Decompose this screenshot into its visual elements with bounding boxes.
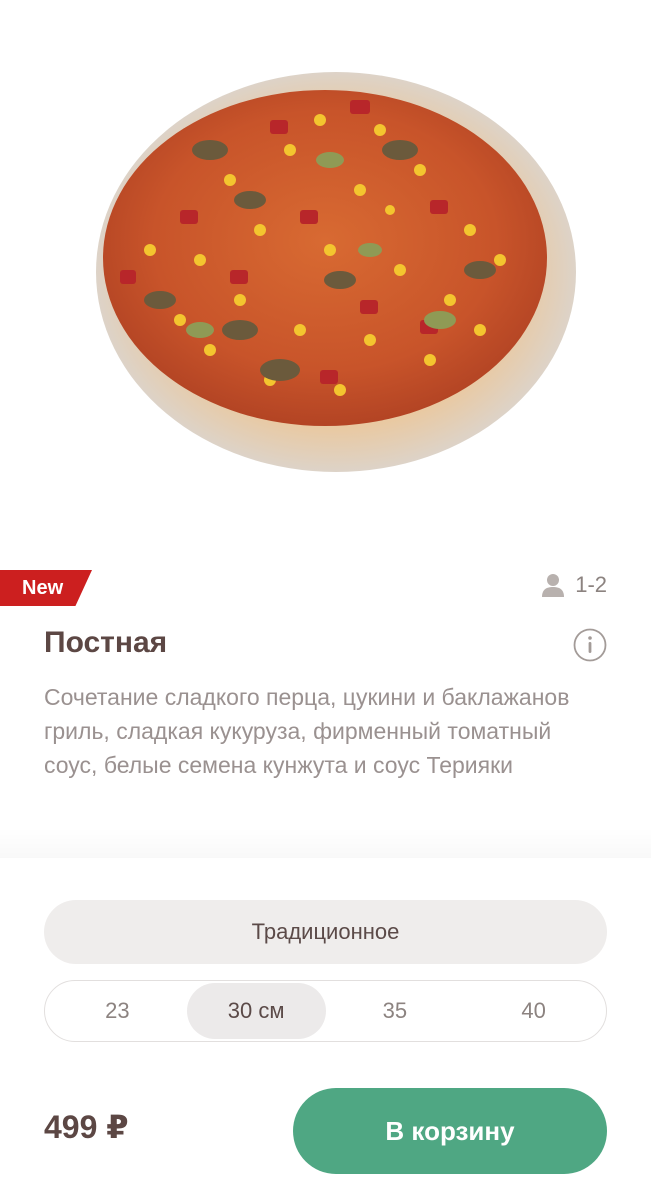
size-option-40[interactable]: 40 (464, 983, 603, 1039)
add-to-cart-button[interactable]: В корзину (293, 1088, 607, 1174)
new-badge: New (0, 570, 92, 606)
servings-indicator: 1-2 (541, 572, 607, 598)
pizza-image (0, 0, 651, 540)
product-description: Сочетание сладкого перца, цукини и бакла… (44, 684, 570, 778)
crust-type-button[interactable]: Традиционное (44, 900, 607, 964)
product-title: Постная (44, 626, 168, 659)
servings-value: 1-2 (575, 572, 607, 597)
size-option-35[interactable]: 35 (326, 983, 465, 1039)
product-price: 499 ₽ (44, 1109, 129, 1145)
size-option-30-selected[interactable]: 30 см (186, 983, 326, 1039)
person-icon (542, 574, 565, 597)
size-selector: 23 30 см 35 40 (44, 980, 607, 1042)
info-icon[interactable] (573, 628, 607, 662)
size-option-23[interactable]: 23 (48, 983, 187, 1039)
